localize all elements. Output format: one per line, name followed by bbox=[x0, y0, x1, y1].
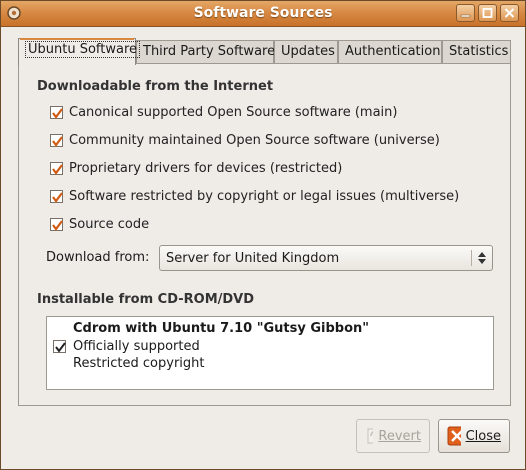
component-restricted-checkbox[interactable]: Proprietary drivers for devices (restric… bbox=[50, 158, 342, 178]
tab-updates[interactable]: Updates bbox=[274, 40, 338, 64]
cdrom-list: Cdrom with Ubuntu 7.10 "Gutsy Gibbon" Of… bbox=[46, 316, 494, 390]
internet-section-heading: Downloadable from the Internet bbox=[37, 79, 274, 94]
minimize-icon bbox=[460, 14, 471, 18]
combo-separator bbox=[471, 250, 472, 266]
tab-third-party-software[interactable]: Third Party Software bbox=[136, 40, 276, 64]
tab-ubuntu-software[interactable]: Ubuntu Software bbox=[18, 38, 141, 65]
tab-authentication[interactable]: Authentication bbox=[338, 40, 442, 64]
tab-label: Authentication bbox=[345, 44, 441, 59]
close-button[interactable]: Close bbox=[438, 419, 510, 453]
checkbox[interactable] bbox=[50, 217, 63, 231]
checkmark-icon bbox=[52, 219, 63, 231]
revert-icon bbox=[367, 428, 374, 444]
checkmark-icon bbox=[52, 163, 63, 175]
minimize-button[interactable] bbox=[456, 4, 475, 22]
revert-label: Revert bbox=[378, 428, 421, 444]
revert-button[interactable]: Revert bbox=[356, 419, 430, 453]
cdrom-line-1: Officially supported bbox=[73, 339, 200, 354]
checkbox[interactable] bbox=[50, 189, 63, 203]
download-from-combobox[interactable]: Server for United Kingdom bbox=[159, 245, 493, 271]
source-code-checkbox[interactable]: Source code bbox=[50, 214, 149, 234]
ubuntu-software-panel: Downloadable from the Internet Canonical… bbox=[18, 63, 511, 406]
component-universe-checkbox[interactable]: Community maintained Open Source softwar… bbox=[50, 130, 440, 150]
tab-label: Ubuntu Software bbox=[25, 41, 141, 58]
tab-label: Updates bbox=[281, 44, 335, 59]
close-label: Close bbox=[465, 428, 501, 444]
checkmark-icon bbox=[52, 135, 63, 147]
tab-label: Third Party Software bbox=[143, 44, 276, 59]
window-title: Software Sources bbox=[193, 5, 333, 21]
maximize-icon bbox=[482, 8, 493, 18]
checkmark-icon bbox=[52, 191, 63, 203]
checkmark-icon bbox=[52, 107, 63, 119]
cdrom-line-2: Restricted copyright bbox=[73, 356, 205, 371]
checkbox[interactable] bbox=[50, 161, 63, 175]
component-label: Community maintained Open Source softwar… bbox=[69, 132, 440, 148]
close-window-button[interactable] bbox=[500, 4, 519, 22]
checkbox[interactable] bbox=[50, 105, 63, 119]
tab-label: Statistics bbox=[449, 44, 509, 59]
title-bar[interactable]: Software Sources bbox=[1, 1, 525, 27]
up-down-arrows-icon bbox=[478, 252, 486, 264]
software-sources-window: Software Sources Ubuntu Software Third P… bbox=[0, 0, 526, 470]
download-from-value: Server for United Kingdom bbox=[166, 251, 340, 266]
checkbox[interactable] bbox=[50, 133, 63, 147]
cdrom-title: Cdrom with Ubuntu 7.10 "Gutsy Gibbon" bbox=[73, 321, 370, 336]
component-label: Software restricted by copyright or lega… bbox=[69, 188, 460, 204]
cdrom-checkbox[interactable] bbox=[53, 340, 66, 353]
maximize-button[interactable] bbox=[478, 4, 497, 22]
component-label: Proprietary drivers for devices (restric… bbox=[69, 160, 343, 176]
component-multiverse-checkbox[interactable]: Software restricted by copyright or lega… bbox=[50, 186, 459, 206]
download-from-label: Download from: bbox=[46, 250, 150, 265]
component-label: Source code bbox=[69, 216, 150, 232]
tab-statistics[interactable]: Statistics bbox=[442, 40, 511, 64]
cdrom-section-heading: Installable from CD-ROM/DVD bbox=[37, 292, 255, 307]
checkmark-icon bbox=[55, 342, 66, 353]
component-label: Canonical supported Open Source software… bbox=[69, 104, 398, 120]
close-icon bbox=[504, 8, 515, 18]
component-main-checkbox[interactable]: Canonical supported Open Source software… bbox=[50, 102, 397, 122]
close-icon bbox=[447, 426, 461, 446]
